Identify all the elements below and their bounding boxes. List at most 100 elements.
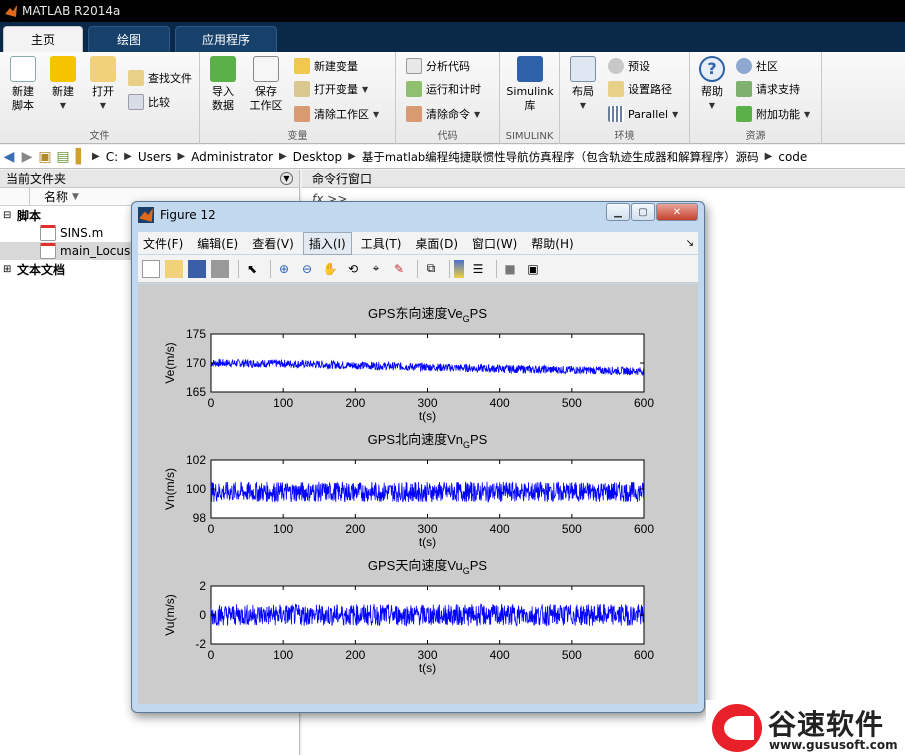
new-variable-label: 新建变量 [314, 60, 358, 73]
layout-button[interactable]: 布局 ▼ [566, 56, 600, 113]
new-label: 新建 [52, 85, 74, 98]
menu-tools[interactable]: 工具(T) [356, 233, 407, 254]
clear-workspace-button[interactable]: 清除工作区 ▼ [294, 104, 379, 124]
legend-icon[interactable]: ☰ [469, 260, 487, 278]
request-support-button[interactable]: 请求支持 [736, 79, 800, 99]
panel-menu-icon[interactable]: ▼ [280, 172, 293, 185]
sort-icon: ▼ [72, 191, 79, 202]
clear-commands-icon [406, 106, 422, 122]
community-button[interactable]: 社区 [736, 56, 778, 76]
new-figure-icon[interactable] [142, 259, 160, 278]
code-group: 分析代码 运行和计时 清除命令 ▼ 代码 [396, 52, 500, 144]
open-button[interactable]: 打开 ▼ [86, 56, 120, 113]
command-window-title: 命令行窗口 [312, 172, 373, 186]
path-separator: ▶ [177, 151, 186, 162]
watermark-mark-icon [712, 704, 762, 752]
resources-group-label: 资源 [745, 131, 766, 142]
figure-title-bar[interactable]: Figure 12 ▁ ▢ ✕ [132, 202, 704, 228]
y-tick-label: 102 [186, 453, 206, 467]
menu-insert[interactable]: 插入(I) [302, 231, 352, 255]
colorbar-icon[interactable] [454, 259, 464, 278]
help-label: 帮助 [701, 85, 723, 98]
x-tick-label: 200 [345, 396, 365, 410]
y-tick-label: 0 [199, 608, 206, 622]
tab-apps[interactable]: 应用程序 [175, 26, 277, 52]
community-icon [736, 58, 752, 74]
simulink-library-button[interactable]: Simulink 库 [504, 56, 556, 113]
simulink-group: Simulink 库 SIMULINK [500, 52, 560, 144]
toolbar-separator [238, 259, 239, 278]
tab-plots[interactable]: 绘图 [88, 26, 170, 52]
collapse-icon[interactable]: ⊟ [3, 210, 17, 221]
app-title-bar: MATLAB R2014a [0, 0, 905, 22]
zoom-in-icon[interactable]: ⊕ [275, 260, 293, 278]
breadcrumb-users[interactable]: Users [138, 150, 172, 164]
show-tools-icon[interactable]: ▣ [524, 260, 542, 278]
addons-button[interactable]: 附加功能 ▼ [736, 104, 810, 124]
minimize-icon[interactable]: ▁ [606, 203, 630, 221]
save-icon[interactable] [188, 259, 206, 278]
back-arrow-icon[interactable]: ◀ [0, 149, 18, 165]
zoom-out-icon[interactable]: ⊖ [298, 260, 316, 278]
new-script-button[interactable]: 新建 脚本 [6, 56, 40, 113]
menu-window[interactable]: 窗口(W) [467, 233, 522, 254]
open-file-icon[interactable] [165, 259, 183, 278]
x-tick-label: 0 [208, 648, 215, 662]
x-tick-label: 600 [634, 648, 654, 662]
y-tick-label: 98 [193, 511, 207, 525]
preferences-button[interactable]: 预设 [608, 56, 650, 76]
x-tick-label: 200 [345, 648, 365, 662]
import-data-button[interactable]: 导入 数据 [206, 56, 240, 113]
parallel-button[interactable]: Parallel ▼ [608, 104, 678, 124]
tab-home[interactable]: 主页 [3, 26, 83, 52]
breadcrumb-code[interactable]: code [778, 150, 807, 164]
path-separator: ▶ [92, 151, 100, 162]
y-tick-label: 100 [186, 482, 206, 496]
open-variable-button[interactable]: 打开变量 ▼ [294, 79, 368, 99]
menu-view[interactable]: 查看(V) [247, 233, 299, 254]
compare-button[interactable]: 比较 [128, 92, 170, 112]
close-icon[interactable]: ✕ [656, 203, 698, 221]
new-button[interactable]: 新建 ▼ [46, 56, 80, 113]
save-workspace-button[interactable]: 保存 工作区 [246, 56, 286, 113]
forward-arrow-icon[interactable]: ▶ [18, 149, 36, 165]
breadcrumb-administrator[interactable]: Administrator [191, 150, 273, 164]
menu-edit[interactable]: 编辑(E) [192, 233, 243, 254]
column-name: 名称 [44, 190, 69, 204]
breadcrumb-c[interactable]: C: [106, 150, 118, 164]
x-tick-label: 300 [417, 396, 437, 410]
run-and-time-button[interactable]: 运行和计时 [406, 79, 481, 99]
find-files-icon [128, 70, 144, 86]
link-plot-icon[interactable]: ⧉ [422, 260, 440, 278]
menu-help[interactable]: 帮助(H) [526, 233, 578, 254]
breadcrumb-desktop[interactable]: Desktop [293, 150, 343, 164]
print-icon[interactable] [211, 259, 229, 278]
expand-icon[interactable]: ⊞ [3, 264, 17, 275]
breadcrumb-project[interactable]: 基于matlab编程纯捷联惯性导航仿真程序（包含轨迹生成器和解算程序）源码 [362, 149, 759, 165]
y-tick-label: 175 [186, 327, 206, 341]
clear-commands-button[interactable]: 清除命令 ▼ [406, 104, 480, 124]
import-icon [210, 56, 236, 82]
menu-file[interactable]: 文件(F) [138, 233, 188, 254]
pan-hand-icon[interactable]: ✋ [321, 260, 339, 278]
analyze-code-button[interactable]: 分析代码 [406, 56, 470, 76]
y-tick-label: 170 [186, 356, 206, 370]
find-files-button[interactable]: 查找文件 [128, 68, 192, 88]
save-workspace-icon [253, 56, 279, 82]
help-icon: ? [699, 56, 725, 82]
current-folder-header: 当前文件夹 ▼ [0, 170, 299, 188]
hide-tools-icon[interactable]: ■ [501, 260, 519, 278]
brush-icon[interactable]: ✎ [390, 260, 408, 278]
new-variable-button[interactable]: 新建变量 [294, 56, 358, 76]
up-folder-icon[interactable]: ▣ [36, 149, 54, 165]
menu-desktop[interactable]: 桌面(D) [410, 233, 463, 254]
pointer-icon[interactable]: ⬉ [243, 260, 261, 278]
browse-folder-icon[interactable]: ▤ [54, 149, 72, 165]
dock-arrow-icon[interactable]: ↘ [686, 238, 694, 249]
data-cursor-icon[interactable]: ⌖ [367, 260, 385, 278]
rotate-icon[interactable]: ⟲ [344, 260, 362, 278]
maximize-icon[interactable]: ▢ [631, 203, 655, 221]
watermark-url: www.gususoft.com [769, 738, 898, 752]
help-button[interactable]: ? 帮助 ▼ [696, 56, 728, 113]
set-path-button[interactable]: 设置路径 [608, 79, 672, 99]
